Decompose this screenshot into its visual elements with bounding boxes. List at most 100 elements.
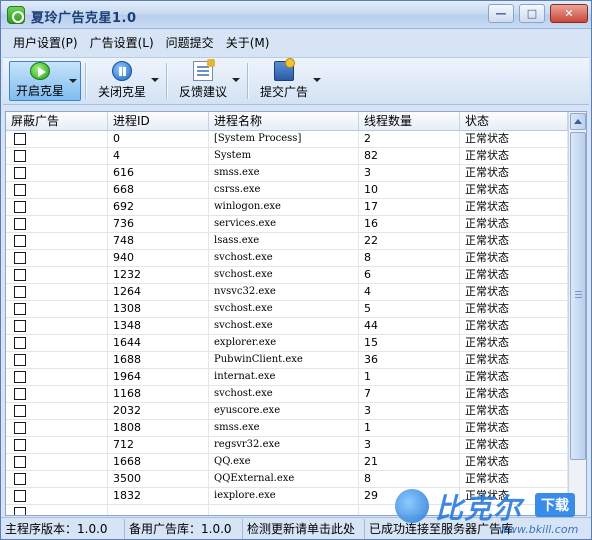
table-row[interactable]: 1168 svchost.exe 7 正常状态 [6, 386, 568, 403]
maximize-button[interactable]: □ [519, 4, 545, 23]
pid-cell: 0 [108, 131, 209, 147]
play-icon [30, 62, 50, 80]
status-cell: 正常状态 [460, 352, 568, 368]
menu-ad-settings[interactable]: 广告设置(L) [84, 32, 160, 54]
column-header-process-name[interactable]: 进程名称 [209, 112, 359, 131]
column-header-thread-count[interactable]: 线程数量 [359, 112, 460, 131]
table-row[interactable]: 1688 PubwinClient.exe 36 正常状态 [6, 352, 568, 369]
scrollbar-grip-icon [575, 291, 582, 292]
table-row[interactable]: 1348 svchost.exe 44 正常状态 [6, 318, 568, 335]
block-ad-checkbox[interactable] [14, 422, 26, 434]
table-row[interactable]: 1308 svchost.exe 5 正常状态 [6, 301, 568, 318]
thread-count-cell: 2 [359, 131, 460, 147]
thread-count-cell: 16 [359, 216, 460, 232]
column-header-pid[interactable]: 进程ID [108, 112, 209, 131]
status-cell: 正常状态 [460, 284, 568, 300]
pid-cell: 1832 [108, 488, 209, 504]
block-ad-cell [6, 471, 108, 487]
title-bar[interactable]: 夏玲广告克星1.0 — □ ✕ [1, 1, 591, 29]
table-row[interactable]: 692 winlogon.exe 17 正常状态 [6, 199, 568, 216]
table-row[interactable]: 1964 internat.exe 1 正常状态 [6, 369, 568, 386]
table-row[interactable]: 736 services.exe 16 正常状态 [6, 216, 568, 233]
column-header-block-ad[interactable]: 屏蔽广告 [6, 112, 108, 131]
pid-cell: 736 [108, 216, 209, 232]
menu-user-settings[interactable]: 用户设置(P) [7, 32, 84, 54]
stop-button[interactable]: 关闭克星 [92, 61, 162, 101]
menu-bar: 用户设置(P) 广告设置(L) 问题提交 关于(M) [1, 30, 591, 56]
pid-cell: 1168 [108, 386, 209, 402]
table-row[interactable]: 668 csrss.exe 10 正常状态 [6, 182, 568, 199]
block-ad-checkbox[interactable] [14, 201, 26, 213]
start-dropdown-arrow-icon[interactable] [69, 79, 78, 83]
block-ad-checkbox[interactable] [14, 235, 26, 247]
block-ad-cell [6, 386, 108, 402]
table-row[interactable]: 1264 nvsvc32.exe 4 正常状态 [6, 284, 568, 301]
block-ad-checkbox[interactable] [14, 218, 26, 230]
process-name-cell: eyuscore.exe [209, 403, 359, 419]
menu-report-issue[interactable]: 问题提交 [160, 32, 220, 54]
block-ad-checkbox[interactable] [14, 405, 26, 417]
table-row[interactable]: 1808 smss.exe 1 正常状态 [6, 420, 568, 437]
column-header-status[interactable]: 状态 [460, 112, 568, 131]
submit-ad-dropdown-arrow-icon[interactable] [313, 78, 322, 82]
pid-cell: 4 [108, 148, 209, 164]
scroll-up-arrow-icon[interactable] [570, 113, 586, 130]
block-ad-cell [6, 199, 108, 215]
submit-ad-button[interactable]: 提交广告 [254, 58, 324, 101]
table-header: 屏蔽广告 进程ID 进程名称 线程数量 状态 [6, 112, 568, 131]
status-cell: 正常状态 [460, 233, 568, 249]
table-row[interactable]: 712 regsvr32.exe 3 正常状态 [6, 437, 568, 454]
block-ad-checkbox[interactable] [14, 303, 26, 315]
status-cell: 正常状态 [460, 369, 568, 385]
feedback-button[interactable]: 反馈建议 [173, 59, 243, 101]
process-name-cell: QQExternal.exe [209, 471, 359, 487]
pid-cell: 1264 [108, 284, 209, 300]
block-ad-checkbox[interactable] [14, 252, 26, 264]
scrollbar-thumb[interactable] [570, 132, 586, 460]
table-row[interactable]: 616 smss.exe 3 正常状态 [6, 165, 568, 182]
block-ad-checkbox[interactable] [14, 320, 26, 332]
block-ad-checkbox[interactable] [14, 167, 26, 179]
table-row[interactable]: 0 [System Process] 2 正常状态 [6, 131, 568, 148]
block-ad-checkbox[interactable] [14, 371, 26, 383]
pid-cell: 692 [108, 199, 209, 215]
block-ad-cell [6, 165, 108, 181]
start-button[interactable]: 开启克星 [9, 61, 82, 101]
toolbar-separator [166, 63, 168, 99]
block-ad-checkbox[interactable] [14, 439, 26, 451]
stop-dropdown-arrow-icon[interactable] [151, 78, 160, 82]
feedback-dropdown-arrow-icon[interactable] [232, 78, 241, 82]
block-ad-checkbox[interactable] [14, 286, 26, 298]
block-ad-checkbox[interactable] [14, 150, 26, 162]
table-row[interactable]: 748 lsass.exe 22 正常状态 [6, 233, 568, 250]
close-button[interactable]: ✕ [550, 4, 588, 23]
submit-ad-icon [274, 58, 296, 81]
thread-count-cell: 44 [359, 318, 460, 334]
minimize-button[interactable]: — [488, 4, 514, 23]
table-row[interactable]: 1232 svchost.exe 6 正常状态 [6, 267, 568, 284]
vertical-scrollbar[interactable] [568, 112, 586, 515]
table-row[interactable]: 4 System 82 正常状态 [6, 148, 568, 165]
table-row[interactable]: 940 svchost.exe 8 正常状态 [6, 250, 568, 267]
check-update-link[interactable]: 检测更新请单击此处 [243, 518, 365, 539]
table-row[interactable]: 1668 QQ.exe 21 正常状态 [6, 454, 568, 471]
process-name-cell: QQ.exe [209, 454, 359, 470]
block-ad-checkbox[interactable] [14, 507, 26, 515]
block-ad-checkbox[interactable] [14, 456, 26, 468]
block-ad-checkbox[interactable] [14, 354, 26, 366]
block-ad-checkbox[interactable] [14, 133, 26, 145]
pid-cell: 1668 [108, 454, 209, 470]
thread-count-cell: 7 [359, 386, 460, 402]
menu-about[interactable]: 关于(M) [220, 32, 276, 54]
block-ad-checkbox[interactable] [14, 269, 26, 281]
block-ad-checkbox[interactable] [14, 337, 26, 349]
block-ad-checkbox[interactable] [14, 473, 26, 485]
table-row[interactable]: 2032 eyuscore.exe 3 正常状态 [6, 403, 568, 420]
block-ad-checkbox[interactable] [14, 490, 26, 502]
table-row[interactable]: 1644 explorer.exe 15 正常状态 [6, 335, 568, 352]
table-body: 0 [System Process] 2 正常状态 4 System 82 正常状态 616 sm… [6, 131, 568, 515]
block-ad-checkbox[interactable] [14, 388, 26, 400]
block-ad-checkbox[interactable] [14, 184, 26, 196]
process-name-cell: nvsvc32.exe [209, 284, 359, 300]
block-ad-cell [6, 250, 108, 266]
